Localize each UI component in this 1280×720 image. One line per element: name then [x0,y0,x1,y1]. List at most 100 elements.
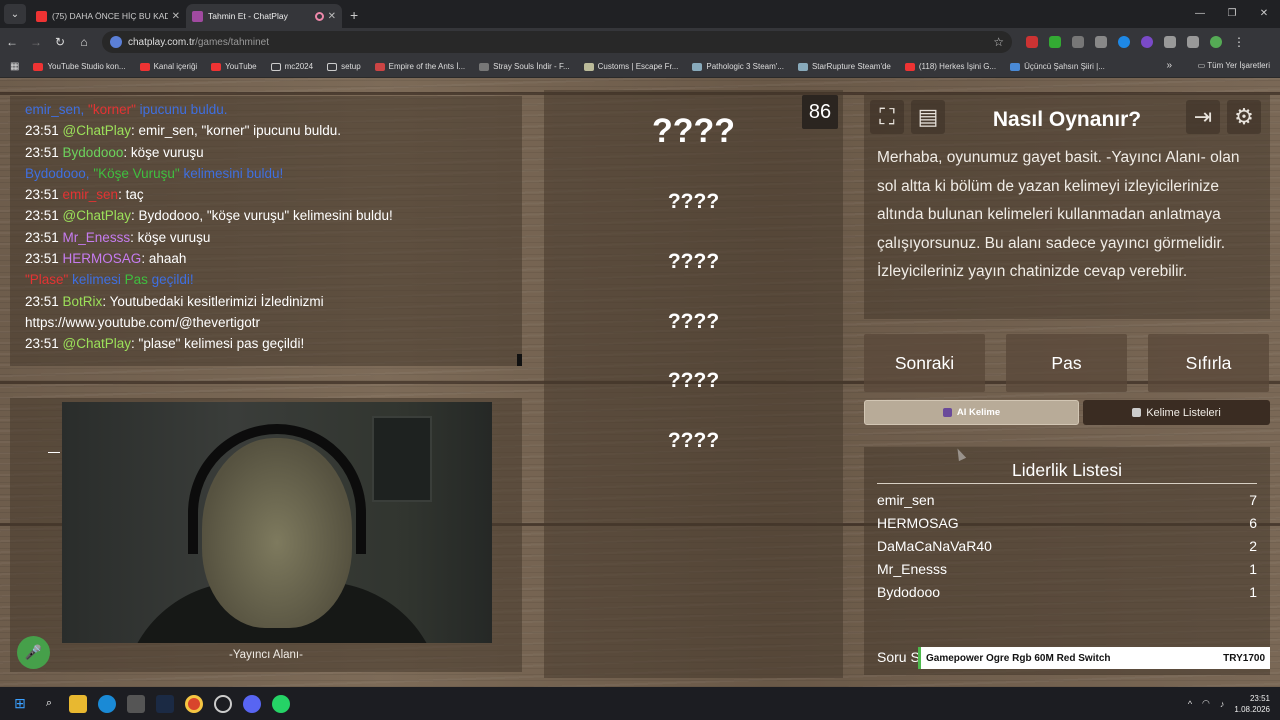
wifi-icon[interactable]: ◠ [1202,698,1210,709]
gear-icon[interactable]: ⚙ [1227,100,1261,134]
close-tab-icon[interactable]: ✕ [172,11,180,22]
url-path: /games/tahminet [195,36,269,48]
apps-grid-icon[interactable]: ▦ [10,61,19,72]
extension-icon[interactable] [1095,36,1107,48]
edge-icon[interactable] [98,694,116,713]
chat-panel: emir_sen, "korner" ipucunu buldu. 23:51 @… [10,96,522,366]
url-bar[interactable]: chatplay.com.tr /games/tahminet ☆ [102,31,1012,53]
extension-icon[interactable] [1118,36,1130,48]
divider [48,452,60,453]
extension-icon[interactable] [1026,36,1038,48]
steam-icon [797,62,808,71]
steam-icon[interactable] [156,694,174,713]
bookmark-label: Stray Souls İndir - F... [493,62,570,71]
search-icon[interactable]: ⌕ [40,695,58,713]
bookmark-item[interactable]: Empire of the Ants İ... [374,62,465,71]
game-page: emir_sen, "korner" ipucunu buldu. 23:51 @… [0,78,1280,687]
chat-message: 23:51 @ChatPlay: "plase" kelimesi pas ge… [25,333,507,354]
chevron-up-icon[interactable]: ^ [1188,699,1192,709]
browser-tab-youtube[interactable]: (75) DAHA ÖNCE HİÇ BU KADAR ✕ [30,4,186,28]
reading-list-icon[interactable] [1187,36,1199,48]
webcam-feed [62,402,492,643]
chat-message-part: kelimesini buldu! [179,165,284,181]
profile-avatar[interactable] [1210,36,1222,48]
youtube-icon [33,62,44,71]
player-score: 2 [1249,538,1257,554]
close-window-icon[interactable]: ✕ [1248,0,1280,28]
chat-scrollbar[interactable] [517,354,522,366]
chat-message-part: : köşe vuruşu [130,229,211,245]
bookmark-item[interactable]: Kanal içeriği [139,62,198,71]
bookmark-label: setup [341,62,361,71]
microphone-button[interactable]: 🎤 [17,636,50,669]
store-icon[interactable] [127,694,145,713]
bookmark-item[interactable]: mc2024 [270,62,313,71]
bookmark-item[interactable]: (118) Herkes İşini G... [904,62,996,71]
site-icon [374,62,385,71]
new-tab-button[interactable]: + [350,7,358,23]
chat-message: 23:51 @ChatPlay: emir_sen, "korner" ipuc… [25,120,507,141]
chat-message-part: 23:51 [25,293,63,309]
url-host: chatplay.com.tr [128,36,196,48]
site-info-icon[interactable] [110,36,122,48]
tab-search-button[interactable]: ⌄ [4,4,26,24]
extension-icon[interactable] [1049,36,1061,48]
bookmark-item[interactable]: Stray Souls İndir - F... [479,62,570,71]
whatsapp-icon[interactable] [272,694,290,713]
next-button[interactable]: Sonraki [864,334,985,392]
bookmark-item[interactable]: setup [327,62,361,71]
chat-message-part: 23:51 [25,251,63,267]
close-tab-icon[interactable]: ✕ [328,11,336,22]
chat-message-part: BotRix [62,293,103,309]
obs-icon[interactable] [214,694,232,713]
menu-kebab-icon[interactable]: ⋮ [1233,36,1245,48]
bookmark-item[interactable]: Pathologic 3 Steam'... [692,62,784,71]
steam-icon [692,62,703,71]
windows-taskbar: ⊞ ⌕ ^ ◠ ♪ 23:51 1.08.2026 [0,687,1280,720]
pass-button[interactable]: Pas [1006,334,1127,392]
exit-icon[interactable]: ⇥ [1186,100,1220,134]
chrome-icon[interactable] [185,694,203,713]
site-icon [1010,62,1021,71]
extension-icon[interactable] [1072,36,1084,48]
bookmark-item[interactable]: StarRupture Steam'de [797,62,891,71]
player-score: 7 [1249,492,1257,508]
all-bookmarks-label: Tüm Yer İşaretleri [1207,61,1270,70]
player-name: DaMaCaNaVaR40 [877,538,992,554]
bookmark-star-icon[interactable]: ☆ [993,35,1004,49]
chat-message-part: https://www.youtube.com/@thevertigotr [25,314,261,330]
clock[interactable]: 23:51 1.08.2026 [1234,693,1270,715]
tab-word-lists[interactable]: Kelime Listeleri [1083,400,1270,425]
restore-icon[interactable]: ❐ [1216,0,1248,28]
bookmark-item[interactable]: YouTube [211,62,257,71]
tab-ai-word[interactable]: AI Kelime [864,400,1079,425]
back-icon[interactable]: ← [0,35,24,49]
bookmark-item[interactable]: YouTube Studio kon... [33,62,126,71]
reset-button[interactable]: Sıfırla [1148,334,1269,392]
home-icon[interactable]: ⌂ [72,35,96,49]
chat-message-part: 23:51 [25,208,63,224]
chat-message-part: @ChatPlay [62,208,132,224]
all-bookmarks-button[interactable]: ▭ Tüm Yer İşaretleri [1198,61,1270,70]
discord-icon[interactable] [243,694,261,713]
divider [877,483,1257,484]
volume-icon[interactable]: ♪ [1220,699,1225,709]
bookmark-item[interactable]: Üçüncü Şahsın Şiiri |... [1010,62,1105,71]
browser-tab-chatplay[interactable]: Tahmin Et - ChatPlay ✕ [186,4,342,28]
more-bookmarks-button[interactable]: » [1166,60,1172,71]
extensions-puzzle-icon[interactable] [1164,36,1176,48]
forward-icon[interactable]: → [24,35,48,49]
reload-icon[interactable]: ↻ [48,35,72,49]
youtube-icon [904,62,915,71]
leaderboard-row: emir_sen 7 [877,492,1257,508]
file-explorer-icon[interactable] [69,694,87,713]
windows-start-icon[interactable]: ⊞ [11,695,29,713]
bookmarks-bar: ▦ YouTube Studio kon... Kanal içeriği Yo… [0,56,1280,78]
headset-icon [188,424,366,554]
bookmark-label: Kanal içeriği [153,62,198,71]
minimize-icon[interactable]: — [1184,0,1216,28]
leaderboard-title: Liderlik Listesi [1012,460,1122,480]
chat-message-part: kelimesi [68,272,125,288]
extension-icon[interactable] [1141,36,1153,48]
bookmark-item[interactable]: Customs | Escape Fr... [583,62,678,71]
